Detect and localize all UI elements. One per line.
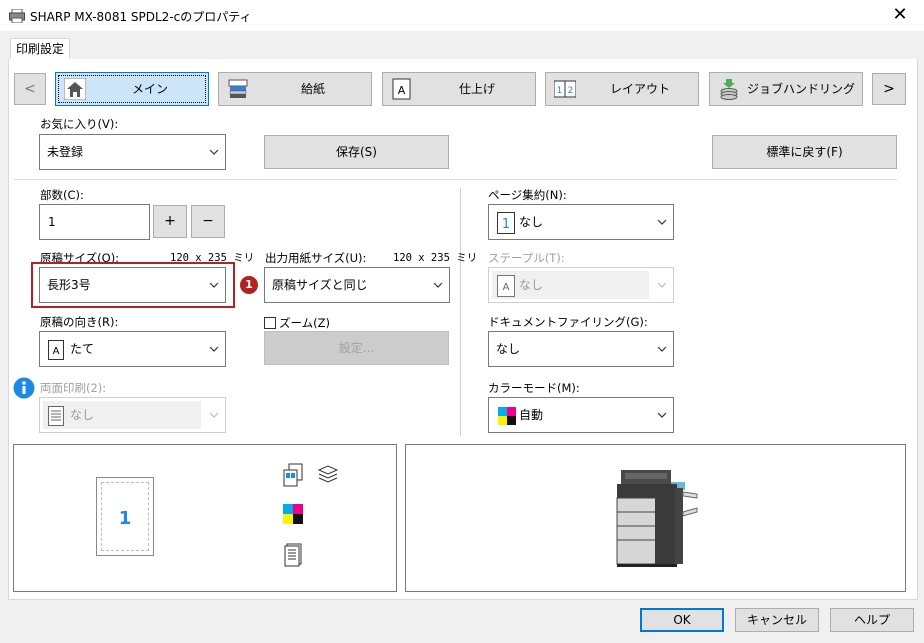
chevron-down-icon (209, 412, 219, 418)
color-status-icon (283, 504, 303, 524)
chevron-down-icon (657, 412, 667, 418)
nav-tab-layout[interactable]: 1 2 レイアウト (545, 72, 699, 106)
chevron-down-icon (657, 219, 667, 225)
svg-text:2: 2 (568, 86, 574, 96)
nav-prev-button[interactable]: < (14, 73, 46, 105)
nav-next-button[interactable]: > (872, 73, 906, 105)
info-icon (13, 377, 35, 399)
preview-page: 1 (96, 477, 154, 556)
nav-tab-label: メイン (131, 82, 168, 96)
orientation-value: たて (70, 342, 95, 356)
nav-tab-job-handling[interactable]: ジョブハンドリング (709, 72, 863, 106)
favorites-value: 未登録 (47, 145, 84, 159)
chevron-down-icon (433, 282, 443, 288)
printer-icon (9, 9, 25, 23)
color-mode-select[interactable]: 自動 (488, 397, 674, 433)
single-page-icon: 1 (497, 212, 515, 234)
separator (14, 179, 897, 180)
favorites-label: お気に入り(V): (40, 117, 119, 131)
chevron-down-icon (209, 346, 219, 352)
svg-text:A: A (503, 282, 510, 293)
output-size-dims: 120 x 235 ミリ (393, 252, 478, 264)
document-status-icon (284, 543, 302, 567)
copies-value: 1 (48, 215, 56, 229)
page-preview (13, 444, 397, 592)
zoom-checkbox[interactable] (264, 317, 276, 329)
close-button[interactable]: ✕ (884, 4, 916, 28)
color-mode-value: 自動 (519, 408, 544, 422)
job-handling-icon (720, 79, 738, 100)
duplex-label: 両面印刷(2): (40, 381, 107, 395)
favorites-select[interactable]: 未登録 (39, 134, 226, 170)
svg-text:A: A (53, 346, 60, 357)
annotation-badge: 1 (240, 276, 258, 294)
doc-filing-label: ドキュメントファイリング(G): (488, 315, 648, 329)
chevron-down-icon (209, 149, 219, 155)
nav-tab-label: 仕上げ (458, 82, 495, 96)
pages-per-sheet-value: なし (519, 215, 544, 229)
tab-print-settings[interactable]: 印刷設定 (10, 38, 70, 60)
color-squares-icon (498, 407, 516, 425)
chevron-down-icon (657, 346, 667, 352)
window-title: SHARP MX-8081 SPDL2-cのプロパティ (30, 10, 252, 24)
color-mode-label: カラーモード(M): (488, 381, 580, 395)
copies-input[interactable]: 1 (39, 204, 150, 240)
home-icon (64, 78, 86, 100)
chevron-down-icon (209, 282, 219, 288)
staple-page-icon: A (497, 275, 515, 297)
cancel-button[interactable]: キャンセル (735, 608, 819, 632)
separator (460, 188, 461, 436)
orientation-select[interactable]: A たて (39, 331, 226, 367)
copies-minus-button[interactable]: − (191, 205, 225, 238)
nav-tab-label: レイアウト (609, 82, 670, 96)
pages-per-sheet-label: ページ集約(N): (488, 188, 567, 202)
output-size-select[interactable]: 原稿サイズと同じ (264, 267, 450, 303)
original-size-value: 長形3号 (47, 278, 91, 292)
output-size-value: 原稿サイズと同じ (272, 278, 368, 292)
staple-value: なし (519, 278, 544, 292)
staple-label: ステープル(T): (488, 251, 565, 265)
stack-status-icon (317, 465, 339, 483)
help-button[interactable]: ヘルプ (830, 608, 914, 632)
doc-filing-value: なし (496, 342, 521, 356)
nav-tab-finishing[interactable]: A 仕上げ (382, 72, 536, 106)
chevron-down-icon (657, 282, 667, 288)
ok-button[interactable]: OK (640, 608, 724, 632)
pages-per-sheet-select[interactable]: 1 なし (488, 204, 674, 240)
nav-tab-paper-source[interactable]: 給紙 (218, 72, 372, 106)
svg-text:1: 1 (502, 217, 510, 232)
printer-machine-icon (616, 470, 698, 567)
svg-text:A: A (398, 84, 406, 97)
nav-tab-main[interactable]: メイン (55, 72, 209, 106)
finishing-icon: A (392, 78, 411, 100)
orientation-label: 原稿の向き(R): (40, 315, 119, 329)
preview-page-number: 1 (118, 508, 132, 529)
layout-status-icon (283, 463, 303, 487)
layout-icon: 1 2 (554, 80, 576, 98)
original-size-select[interactable]: 長形3号 (39, 267, 226, 303)
zoom-settings-button[interactable]: 設定... (264, 331, 449, 365)
svg-text:1: 1 (557, 86, 563, 96)
copies-label: 部数(C): (40, 188, 84, 202)
output-size-label: 出力用紙サイズ(U): (265, 251, 367, 265)
reset-defaults-button[interactable]: 標準に戻す(F) (712, 135, 897, 169)
paper-tray-icon (228, 79, 248, 98)
duplex-value: なし (70, 408, 95, 422)
nav-tab-label: 給紙 (300, 82, 325, 96)
one-sided-page-icon (48, 406, 64, 426)
nav-tab-label: ジョブハンドリング (746, 82, 855, 96)
portrait-page-icon: A (48, 340, 64, 360)
doc-filing-select[interactable]: なし (488, 331, 674, 367)
copies-plus-button[interactable]: + (153, 205, 187, 238)
zoom-label: ズーム(Z) (279, 316, 331, 330)
save-button[interactable]: 保存(S) (264, 135, 449, 169)
staple-select[interactable]: A なし (488, 267, 674, 303)
duplex-select[interactable]: なし (39, 397, 226, 433)
